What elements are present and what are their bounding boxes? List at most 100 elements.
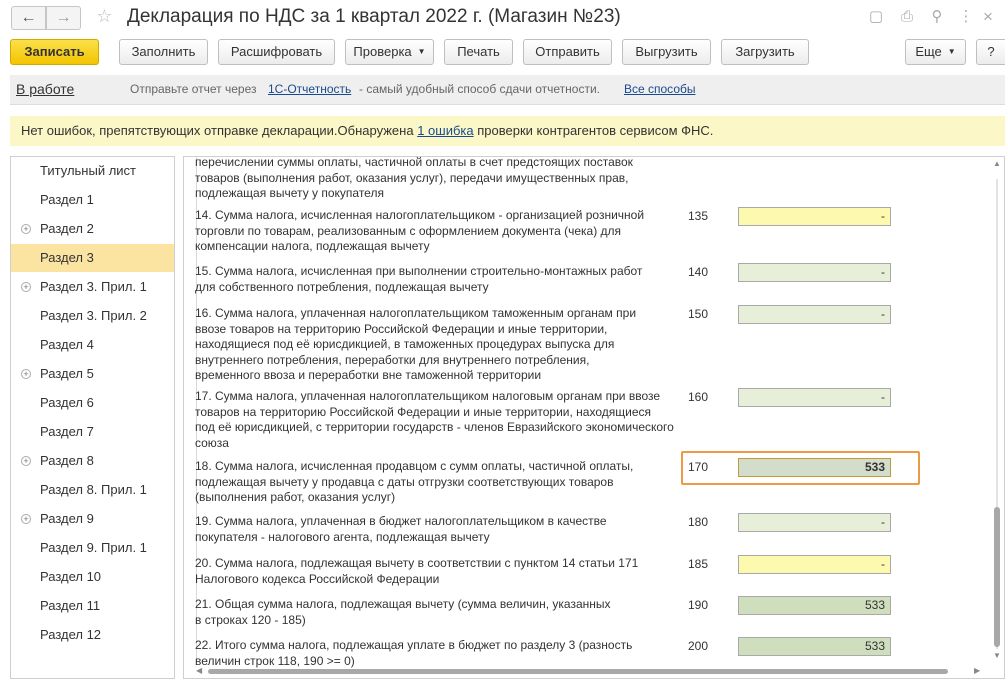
row-code: 185: [688, 557, 709, 571]
amount-field[interactable]: -: [738, 513, 891, 532]
amount-field[interactable]: -: [738, 555, 891, 574]
status-message-prefix: Отправьте отчет через: [130, 82, 257, 96]
section-item[interactable]: + Раздел 8: [11, 447, 174, 475]
text-line: товаров на территорию Российской Федерац…: [195, 404, 651, 419]
expand-plus-icon[interactable]: +: [21, 456, 31, 466]
decode-button[interactable]: Расшифровать: [218, 39, 335, 65]
row-description: 20. Сумма налога, подлежащая вычету в со…: [195, 556, 675, 587]
page-title: Декларация по НДС за 1 квартал 2022 г. (…: [127, 6, 621, 27]
text-line: 16. Сумма налога, уплаченная налогоплате…: [195, 306, 637, 320]
back-button[interactable]: ←: [11, 6, 46, 30]
close-icon[interactable]: ×: [978, 7, 998, 27]
scroll-right-icon[interactable]: ▶: [974, 666, 980, 675]
print-button[interactable]: Печать: [444, 39, 513, 65]
expand-plus-icon[interactable]: +: [21, 369, 31, 379]
forward-button[interactable]: →: [46, 6, 81, 30]
question-icon: ?: [987, 44, 995, 59]
text-line: Налогового кодекса Российской Федерации: [195, 571, 440, 586]
star-icon: ☆: [96, 6, 113, 26]
text-line: подлежащая вычету у покупателя: [195, 186, 384, 200]
text-line: покупателя - налогового агента, подлежащ…: [195, 529, 490, 544]
favorite-button[interactable]: ☆: [87, 6, 122, 30]
scroll-down-icon[interactable]: ▼: [993, 651, 1001, 660]
text-line: (выполнения работ, оказания услуг): [195, 490, 396, 504]
section-item[interactable]: Раздел 7: [11, 418, 174, 446]
row-code: 140: [688, 265, 709, 279]
row-description: 14. Сумма налога, исчисленная налогоплат…: [195, 208, 675, 255]
section-label: Раздел 4: [40, 337, 94, 352]
scroll-up-icon[interactable]: ▲: [993, 159, 1001, 168]
section-item[interactable]: Раздел 9. Прил. 1: [11, 534, 174, 562]
text-line: для собственного потребления, подлежащая…: [195, 279, 489, 294]
help-button[interactable]: ?: [976, 39, 1005, 65]
row-description: 16. Сумма налога, уплаченная налогоплате…: [195, 306, 675, 384]
section-label: Раздел 11: [40, 598, 101, 613]
expand-plus-icon[interactable]: +: [21, 224, 31, 234]
check-dropdown-button[interactable]: Проверка ▼: [345, 39, 434, 65]
section-item[interactable]: + Раздел 5: [11, 360, 174, 388]
check-label: Проверка: [353, 44, 412, 59]
export-button[interactable]: Выгрузить: [622, 39, 711, 65]
text-line: подлежащая вычету у продавца с даты отгр…: [195, 474, 614, 489]
text-line: 15. Сумма налога, исчисленная при выполн…: [195, 264, 643, 278]
amount-field[interactable]: 533: [738, 458, 891, 477]
arrow-right-icon: →: [55, 9, 72, 26]
row-description: 18. Сумма налога, исчисленная продавцом …: [195, 459, 675, 506]
service-link[interactable]: 1С-Отчетность: [268, 82, 351, 96]
amount-field[interactable]: -: [738, 263, 891, 282]
import-button[interactable]: Загрузить: [721, 39, 809, 65]
expand-plus-icon[interactable]: +: [21, 514, 31, 524]
amount-field[interactable]: 533: [738, 596, 891, 615]
send-button[interactable]: Отправить: [523, 39, 612, 65]
row-code: 135: [688, 209, 709, 223]
more-dots-icon[interactable]: ⋮: [956, 7, 976, 27]
row-code: 190: [688, 598, 709, 612]
save-disk-icon[interactable]: ▢: [866, 7, 886, 27]
section-item[interactable]: Раздел 12: [11, 621, 174, 649]
status-state-link[interactable]: В работе: [16, 81, 74, 97]
section-item[interactable]: + Раздел 3. Прил. 1: [11, 273, 174, 301]
section-item[interactable]: Раздел 10: [11, 563, 174, 591]
text-line: перечислении суммы оплаты, частичной опл…: [195, 156, 633, 169]
more-dropdown-button[interactable]: Еще ▼: [905, 39, 966, 65]
expand-plus-icon[interactable]: +: [21, 282, 31, 292]
section-item[interactable]: + Раздел 9: [11, 505, 174, 533]
write-button[interactable]: Записать: [10, 39, 99, 65]
amount-field[interactable]: -: [738, 305, 891, 324]
notice-banner: Нет ошибок, препятствующих отправке декл…: [10, 116, 1005, 146]
row-description: 21. Общая сумма налога, подлежащая вычет…: [195, 597, 675, 628]
error-link[interactable]: 1 ошибка: [417, 123, 473, 138]
section-item[interactable]: Раздел 3. Прил. 2: [11, 302, 174, 330]
section-label: Раздел 8. Прил. 1: [40, 482, 147, 497]
printer-icon[interactable]: ⎙: [897, 7, 917, 27]
amount-field[interactable]: 533: [738, 637, 891, 656]
section-label: Раздел 2: [40, 221, 94, 236]
text-line: внутреннего потребления, переработки для…: [195, 352, 590, 367]
section-item[interactable]: Раздел 3: [11, 244, 174, 272]
vertical-scrollbar[interactable]: ▲ ▼: [990, 157, 1004, 662]
text-line: компенсации налога, подлежащая вычету: [195, 239, 430, 253]
amount-field[interactable]: -: [738, 207, 891, 226]
section-label: Раздел 12: [40, 627, 102, 642]
section-label: Раздел 10: [40, 569, 102, 584]
all-methods-link[interactable]: Все способы: [624, 82, 696, 96]
section-item[interactable]: Титульный лист: [11, 157, 174, 185]
section-item[interactable]: Раздел 6: [11, 389, 174, 417]
preview-icon[interactable]: ⚲: [927, 7, 947, 27]
caret-down-icon: ▼: [947, 47, 956, 56]
row-text-continuation: перечислении суммы оплаты, частичной опл…: [195, 156, 675, 202]
section-label: Раздел 8: [40, 453, 94, 468]
section-item[interactable]: Раздел 8. Прил. 1: [11, 476, 174, 504]
section-item[interactable]: Раздел 11: [11, 592, 174, 620]
fill-button[interactable]: Заполнить: [119, 39, 208, 65]
hscroll-thumb[interactable]: [208, 669, 948, 674]
amount-field[interactable]: -: [738, 388, 891, 407]
more-label: Еще: [915, 44, 942, 59]
section-item[interactable]: Раздел 4: [11, 331, 174, 359]
scroll-thumb[interactable]: [994, 507, 1000, 647]
text-line: 17. Сумма налога, уплаченная налогоплате…: [195, 389, 661, 403]
row-description: 15. Сумма налога, исчисленная при выполн…: [195, 264, 675, 295]
section-item[interactable]: + Раздел 2: [11, 215, 174, 243]
section-item[interactable]: Раздел 1: [11, 186, 174, 214]
row-code: 180: [688, 515, 709, 529]
